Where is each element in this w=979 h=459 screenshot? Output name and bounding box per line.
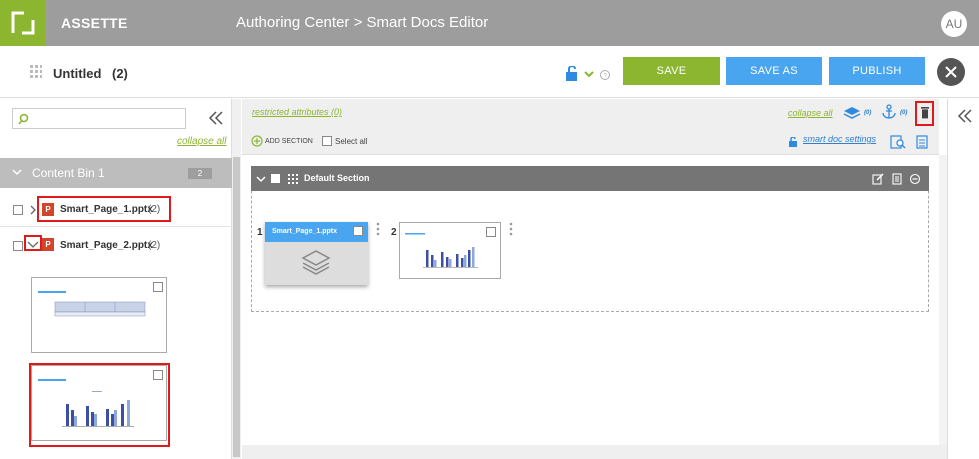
search-input[interactable] bbox=[12, 108, 186, 129]
content-sidebar: collapse all Content Bin 1 2 P Smart_Pag… bbox=[0, 99, 232, 459]
page-checkbox[interactable] bbox=[486, 227, 496, 237]
top-bar: ASSETTE Authoring Center > Smart Docs Ed… bbox=[0, 0, 979, 46]
document-icon[interactable] bbox=[916, 135, 928, 149]
canvas-scrollbar[interactable] bbox=[939, 155, 947, 445]
layers-icon[interactable] bbox=[843, 106, 861, 120]
select-all-checkbox[interactable] bbox=[322, 136, 332, 146]
more-vertical-icon[interactable] bbox=[509, 222, 513, 236]
right-panel-rail bbox=[947, 99, 979, 459]
page-thumbnail[interactable] bbox=[31, 277, 167, 353]
page-index: 2 bbox=[391, 227, 397, 238]
search-icon bbox=[18, 113, 29, 125]
chevron-down-icon bbox=[584, 71, 594, 78]
edit-icon[interactable] bbox=[872, 173, 884, 185]
page-title: Untitled bbox=[53, 66, 102, 81]
logo-icon bbox=[11, 11, 35, 35]
thumbnail-checkbox[interactable] bbox=[153, 282, 163, 292]
collapse-all-link[interactable]: collapse all bbox=[788, 108, 833, 118]
close-button[interactable] bbox=[937, 58, 965, 86]
page-checkbox[interactable] bbox=[353, 226, 363, 236]
file-checkbox[interactable] bbox=[13, 241, 23, 251]
page-index: 1 bbox=[257, 227, 263, 238]
highlight-box bbox=[24, 235, 42, 251]
layers-count: (0) bbox=[864, 110, 872, 116]
more-vertical-icon[interactable] bbox=[376, 222, 380, 236]
file-row[interactable]: P Smart_Page_2.pptx (2) bbox=[0, 227, 232, 263]
unlock-icon[interactable] bbox=[789, 137, 801, 147]
highlight-box bbox=[915, 101, 934, 126]
save-button[interactable]: SAVE bbox=[623, 57, 720, 85]
powerpoint-icon: P bbox=[42, 238, 54, 251]
chart-slide-preview bbox=[405, 233, 478, 268]
title-bar: Untitled (2) ? SAVE SAVE AS PUBLISH bbox=[0, 46, 979, 98]
content-bin-count: 2 bbox=[188, 168, 212, 179]
sidebar-scrollbar[interactable] bbox=[232, 99, 241, 459]
highlight-box bbox=[29, 363, 170, 447]
editor-toolbar: restricted attributes (0) collapse all (… bbox=[242, 99, 939, 155]
file-checkbox[interactable] bbox=[13, 205, 23, 215]
avatar[interactable]: AU bbox=[941, 11, 967, 37]
publish-button[interactable]: PUBLISH bbox=[829, 57, 925, 85]
unlock-icon bbox=[566, 66, 577, 81]
chevron-down-icon bbox=[12, 169, 22, 176]
anchor-count: (0) bbox=[900, 110, 908, 116]
page-card-label: Smart_Page_1.pptx bbox=[272, 228, 337, 235]
close-icon bbox=[945, 66, 957, 78]
add-icon[interactable] bbox=[251, 135, 263, 147]
page-card-header: Smart_Page_1.pptx bbox=[265, 222, 368, 242]
minus-circle-icon[interactable] bbox=[909, 173, 921, 185]
file-name: Smart_Page_2.pptx bbox=[60, 240, 153, 251]
drag-grip-icon bbox=[30, 65, 42, 78]
document-icon[interactable] bbox=[892, 173, 902, 185]
save-as-button[interactable]: SAVE AS bbox=[726, 57, 822, 85]
collapse-panel-icon[interactable] bbox=[208, 110, 224, 126]
restricted-attributes-link[interactable]: restricted attributes (0) bbox=[252, 107, 342, 117]
preview-icon[interactable] bbox=[890, 135, 906, 149]
expand-panel-icon[interactable] bbox=[957, 108, 973, 124]
highlight-box bbox=[37, 196, 171, 222]
layers-icon bbox=[301, 250, 331, 275]
table-slide-preview bbox=[38, 291, 146, 317]
smart-doc-settings-link[interactable]: smart doc settings bbox=[803, 134, 876, 144]
brand-name: ASSETTE bbox=[61, 15, 128, 31]
section-title: Default Section bbox=[304, 173, 370, 183]
anchor-icon[interactable] bbox=[881, 104, 897, 120]
canvas-footer bbox=[242, 445, 947, 459]
section-checkbox[interactable] bbox=[271, 174, 280, 183]
lock-toggle[interactable]: ? bbox=[565, 66, 613, 82]
breadcrumb: Authoring Center > Smart Docs Editor bbox=[236, 14, 489, 31]
page-card[interactable] bbox=[399, 222, 501, 279]
page-count: (2) bbox=[112, 66, 128, 81]
drag-grip-icon[interactable] bbox=[288, 174, 298, 184]
file-count: (2) bbox=[148, 240, 161, 251]
section-header[interactable]: Default Section bbox=[251, 166, 929, 191]
collapse-all-link[interactable]: collapse all bbox=[177, 136, 226, 147]
chevron-down-icon[interactable] bbox=[256, 174, 266, 184]
content-bin-header[interactable]: Content Bin 1 2 bbox=[0, 158, 232, 188]
page-card[interactable]: Smart_Page_1.pptx bbox=[265, 222, 368, 285]
scrollbar-thumb[interactable] bbox=[233, 157, 240, 457]
add-section-button[interactable]: ADD SECTION bbox=[265, 138, 313, 145]
logo[interactable] bbox=[0, 0, 46, 46]
content-bin-title: Content Bin 1 bbox=[32, 166, 105, 180]
select-all-label: Select all bbox=[335, 137, 368, 146]
file-row[interactable]: P Smart_Page_1.pptx (2) bbox=[0, 191, 232, 227]
chevron-right-icon[interactable] bbox=[29, 205, 37, 215]
